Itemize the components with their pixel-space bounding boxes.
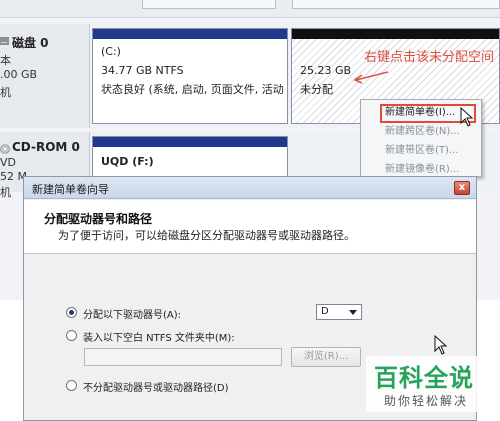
unallocated-size: 25.23 GB	[300, 64, 352, 77]
mount-folder-label[interactable]: 装入以下空白 NTFS 文件夹中(M):	[83, 329, 235, 344]
assign-drive-letter-radio[interactable]	[66, 307, 77, 318]
watermark-subtitle: 助你轻松解决	[384, 394, 469, 408]
mouse-cursor-icon	[460, 107, 474, 127]
annotation-arrow-icon	[353, 71, 389, 84]
folder-path-input[interactable]	[84, 348, 282, 366]
partition-c-status: 状态良好 (系统, 启动, 页面文件, 活动	[101, 83, 284, 96]
annotation-text: 右键点击该未分配空间	[364, 50, 495, 65]
partition-c-label: (C:)	[101, 45, 121, 58]
partition-f-label: UQD (F:)	[101, 155, 154, 168]
close-button[interactable]: x	[454, 181, 470, 195]
partition-unallocated-bar	[292, 29, 499, 39]
disk-0-size: .00 GB	[0, 68, 38, 81]
cdrom-0-name: CD-ROM 0	[12, 140, 80, 154]
browse-button[interactable]: 浏览(R)...	[291, 347, 361, 367]
wizard-header: 分配驱动器号和路径 为了便于访问，可以给磁盘分区分配驱动器号或驱动器路径。	[24, 200, 476, 254]
watermark-title: 百科全说	[374, 364, 474, 392]
assign-drive-letter-label[interactable]: 分配以下驱动器号(A):	[83, 306, 181, 321]
unallocated-status: 未分配	[300, 83, 333, 96]
cdrom-0-type: VD	[0, 156, 16, 169]
no-drive-letter-radio[interactable]	[66, 380, 77, 391]
watermark-logo: 百科全说 助你轻松解决	[366, 356, 484, 412]
disk-0-status: 机	[0, 86, 11, 99]
partition-c-bar	[93, 29, 287, 39]
wizard-step-title: 分配驱动器号和路径	[44, 212, 153, 226]
menu-item-new-striped-volume[interactable]: 新建带区卷(T)...	[361, 141, 481, 161]
wizard-titlebar[interactable]: 新建简单卷向导 x	[24, 177, 476, 199]
drive-letter-value: D	[321, 306, 329, 317]
cdrom-0-status: 机	[0, 186, 11, 199]
chevron-down-icon	[349, 310, 357, 315]
drive-letter-select[interactable]: D	[316, 304, 362, 320]
column-scroll-stub[interactable]	[292, 0, 500, 9]
no-drive-letter-label[interactable]: 不分配驱动器号或驱动器路径(D)	[83, 379, 229, 394]
mount-folder-radio[interactable]	[66, 330, 77, 341]
wizard-title: 新建简单卷向导	[32, 183, 109, 196]
disk-0-type: 本	[0, 54, 11, 67]
disk-0-name: 磁盘 0	[12, 36, 49, 50]
partition-c[interactable]: (C:) 34.77 GB NTFS 状态良好 (系统, 启动, 页面文件, 活…	[92, 28, 288, 124]
partition-c-size: 34.77 GB NTFS	[101, 64, 184, 77]
cd-icon	[0, 144, 10, 154]
disk-0-label[interactable]: 磁盘 0 本 .00 GB 机	[0, 24, 90, 128]
disk-icon	[0, 37, 9, 45]
mouse-cursor-icon	[434, 335, 448, 355]
wizard-step-description: 为了便于访问，可以给磁盘分区分配驱动器号或驱动器路径。	[58, 229, 355, 242]
partition-f-bar	[93, 137, 287, 147]
top-strip	[0, 0, 500, 18]
column-scroll-stub[interactable]	[142, 0, 276, 9]
